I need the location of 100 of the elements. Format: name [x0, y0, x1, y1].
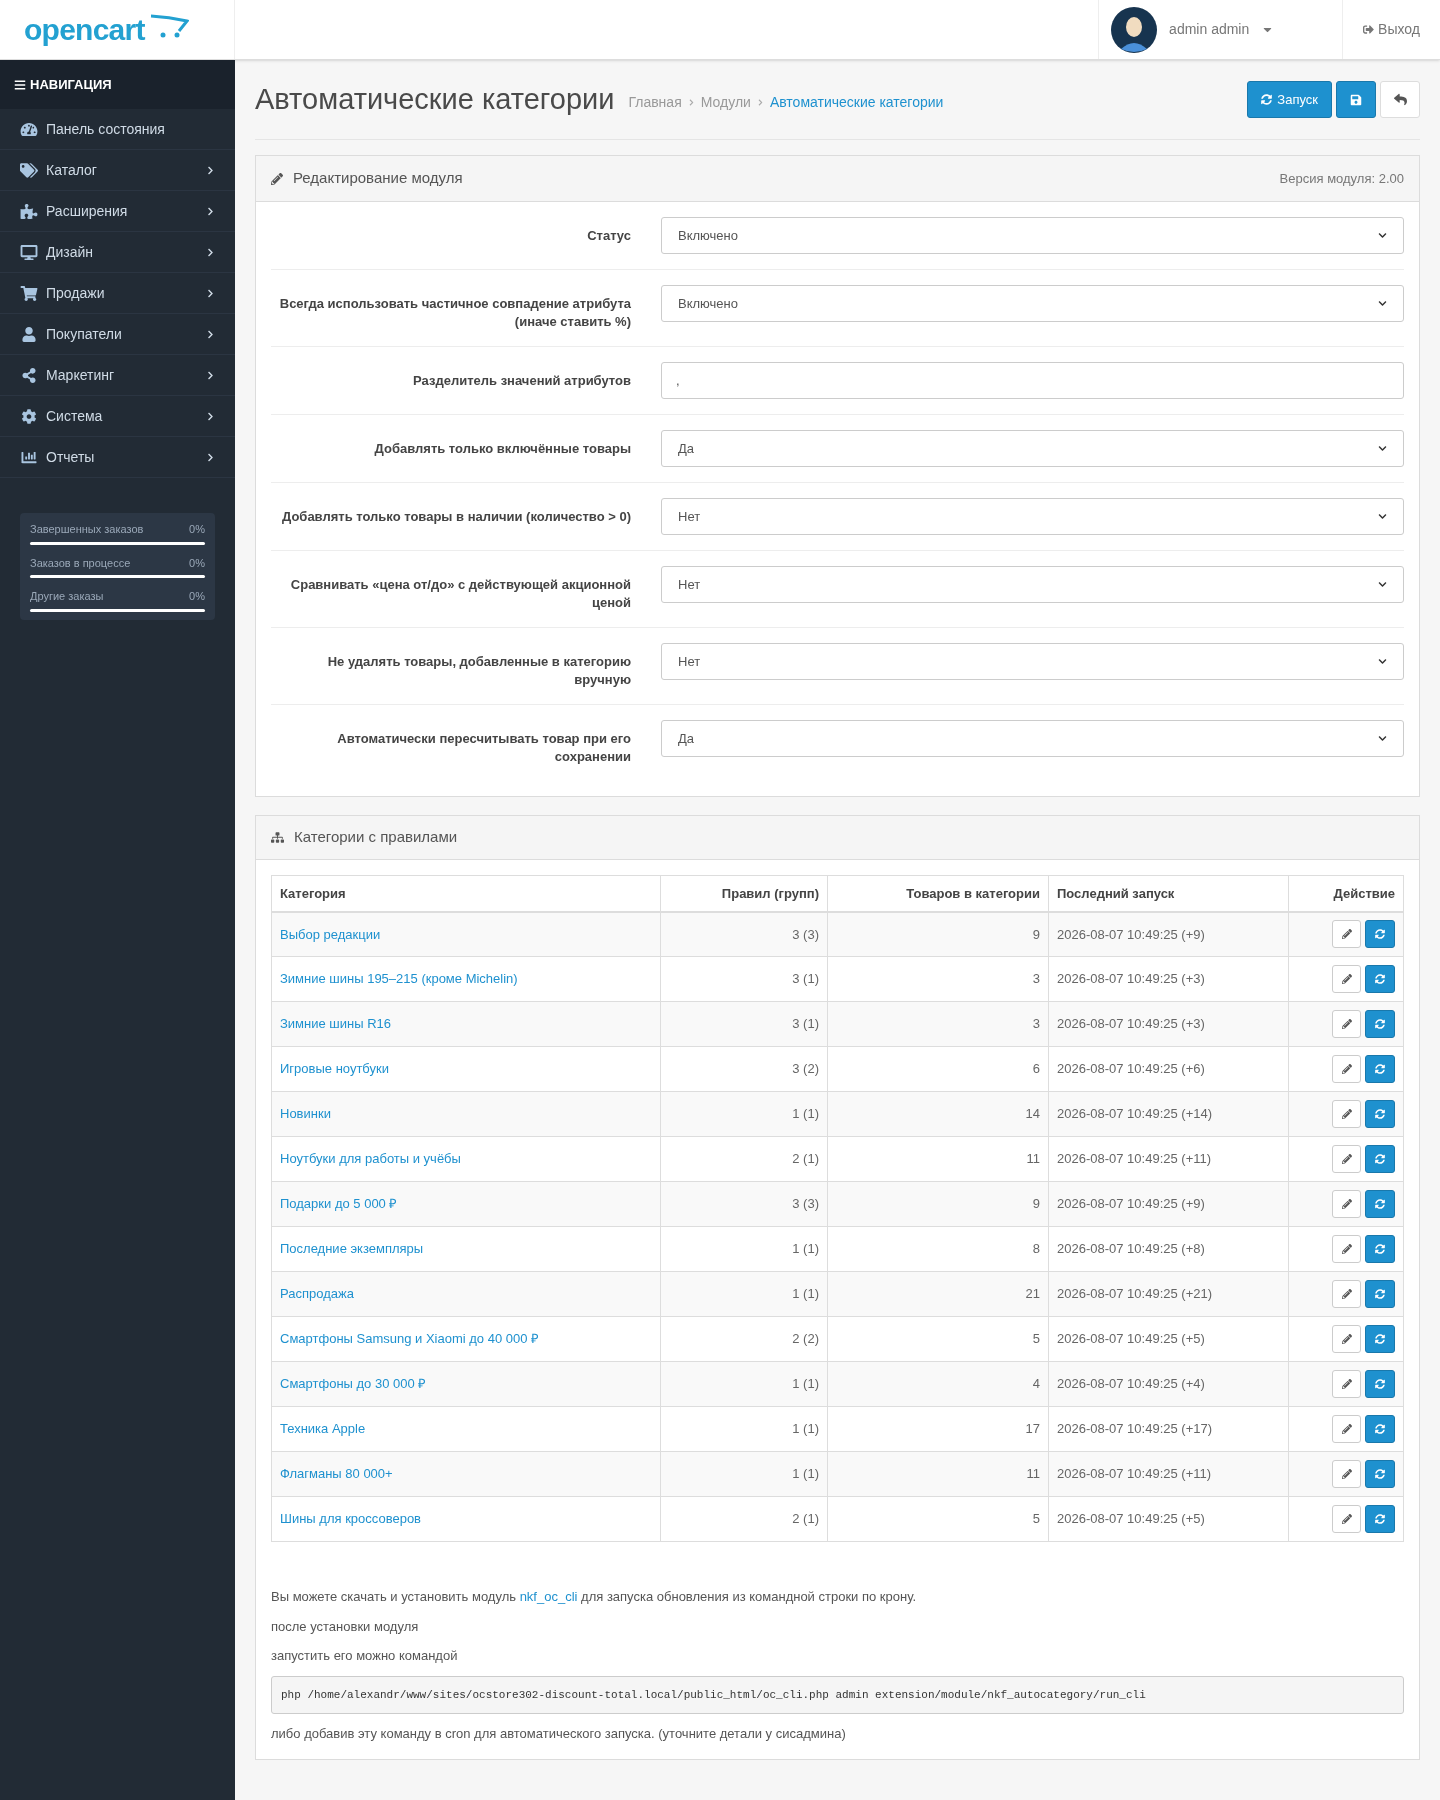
refresh-button[interactable] — [1365, 1370, 1395, 1398]
refresh-button[interactable] — [1365, 1100, 1395, 1128]
breadcrumb-link[interactable]: Автоматические категории — [769, 92, 944, 113]
edit-button[interactable] — [1332, 1460, 1361, 1488]
category-link[interactable]: Техника Apple — [280, 1421, 366, 1437]
logo[interactable]: opencart — [24, 7, 145, 52]
edit-button[interactable] — [1332, 1190, 1361, 1218]
refresh-button[interactable] — [1365, 1415, 1395, 1443]
refresh-button[interactable] — [1365, 1010, 1395, 1038]
edit-button[interactable] — [1332, 1100, 1361, 1128]
refresh-icon — [1375, 1154, 1385, 1164]
select-field[interactable]: Нет — [661, 566, 1404, 603]
edit-button[interactable] — [1332, 920, 1361, 949]
table-cell: 3 (1) — [660, 1001, 828, 1047]
run-button[interactable]: Запуск — [1247, 81, 1332, 118]
edit-button[interactable] — [1332, 965, 1361, 993]
category-link[interactable]: Распродажа — [280, 1286, 354, 1302]
category-link[interactable]: Флагманы 80 000+ — [280, 1466, 393, 1482]
refresh-icon — [1375, 929, 1385, 940]
refresh-button[interactable] — [1365, 1055, 1395, 1083]
field-label: Разделитель значений атрибутов — [412, 372, 632, 390]
pencil-icon — [1341, 1154, 1352, 1164]
pencil-icon — [271, 172, 283, 185]
info-text: либо добавив эту команду в cron для автоматического запуска. (уточните детали у сисадмина) — [271, 1725, 847, 1743]
nav-item[interactable]: Маркетинг — [0, 355, 235, 396]
edit-button[interactable] — [1332, 1415, 1361, 1443]
nav-item[interactable]: Дизайн — [0, 232, 235, 273]
select-field[interactable]: Да — [661, 720, 1404, 757]
breadcrumb-link[interactable]: Модули — [700, 92, 751, 113]
nav-item[interactable]: Покупатели — [0, 314, 235, 355]
select-field[interactable]: Включено — [661, 217, 1404, 254]
module-link[interactable]: nkf_oc_cli — [519, 1589, 578, 1604]
nav-item[interactable]: Каталог — [0, 150, 235, 191]
table-cell: 2 (1) — [660, 1496, 828, 1542]
nav-item[interactable]: Панель состояния — [0, 109, 235, 150]
refresh-button[interactable] — [1365, 920, 1395, 949]
refresh-icon — [1375, 1334, 1385, 1344]
edit-button[interactable] — [1332, 1280, 1361, 1308]
breadcrumb-link[interactable]: Главная — [628, 92, 682, 113]
table-cell: 1 (1) — [660, 1406, 828, 1452]
separator-icon — [687, 99, 695, 106]
nav-item[interactable]: Расширения — [0, 191, 235, 232]
refresh-icon — [1375, 1109, 1385, 1119]
select-field[interactable]: Нет — [661, 643, 1404, 680]
table-cell: 2 (2) — [660, 1316, 828, 1362]
category-link[interactable]: Выбор редакции — [280, 926, 381, 942]
nav-item[interactable]: Система — [0, 396, 235, 437]
cart-logo-icon — [148, 12, 189, 39]
refresh-icon — [1375, 1514, 1385, 1524]
refresh-icon — [1261, 94, 1273, 105]
refresh-button[interactable] — [1365, 1280, 1395, 1308]
category-link[interactable]: Подарки до 5 000 ₽ — [280, 1196, 398, 1212]
dropdown-arrow-icon — [1378, 657, 1387, 666]
refresh-button[interactable] — [1365, 1235, 1395, 1263]
field-label: Сравнивать «цена от/до» с действующей акционной ценой — [289, 576, 632, 612]
table-cell: 2026-08-07 10:49:25 (+21) — [1048, 1271, 1289, 1317]
logout-link[interactable]: Выход — [1342, 0, 1440, 59]
refresh-button[interactable] — [1365, 1460, 1395, 1488]
edit-button[interactable] — [1332, 1145, 1361, 1173]
text-field[interactable]: , — [661, 362, 1404, 399]
select-field[interactable]: Включено — [661, 285, 1404, 322]
field-label: Добавлять только товары в наличии (количество > 0) — [281, 508, 632, 526]
edit-button[interactable] — [1332, 1325, 1361, 1353]
edit-button[interactable] — [1332, 1235, 1361, 1263]
pencil-icon — [1341, 1334, 1352, 1344]
save-button[interactable] — [1336, 81, 1376, 118]
table-cell: 3 (1) — [660, 956, 828, 1002]
refresh-button[interactable] — [1365, 1325, 1395, 1353]
refresh-button[interactable] — [1365, 965, 1395, 993]
table-cell: 11 — [827, 1136, 1049, 1182]
refresh-icon — [1375, 1019, 1385, 1029]
edit-button[interactable] — [1332, 1505, 1361, 1533]
category-link[interactable]: Новинки — [280, 1106, 331, 1122]
nav-item[interactable]: Продажи — [0, 273, 235, 314]
nav-item[interactable]: Отчеты — [0, 437, 235, 478]
table-cell: 2026-08-07 10:49:25 (+17) — [1048, 1406, 1289, 1452]
edit-button[interactable] — [1332, 1010, 1361, 1038]
category-link[interactable]: Шины для кроссоверов — [280, 1511, 421, 1527]
pencil-icon — [1341, 1379, 1352, 1389]
refresh-icon — [1375, 1289, 1385, 1299]
edit-button[interactable] — [1332, 1370, 1361, 1398]
category-link[interactable]: Последние экземпляры — [280, 1241, 424, 1257]
column-header: Действие — [1288, 875, 1404, 912]
refresh-button[interactable] — [1365, 1505, 1395, 1533]
category-link[interactable]: Зимние шины R16 — [280, 1016, 391, 1032]
table-cell: 11 — [827, 1451, 1049, 1497]
edit-button[interactable] — [1332, 1055, 1361, 1083]
table-cell: 2026-08-07 10:49:25 (+3) — [1048, 956, 1289, 1002]
refresh-button[interactable] — [1365, 1190, 1395, 1218]
category-link[interactable]: Смартфоны до 30 000 ₽ — [280, 1376, 427, 1392]
category-link[interactable]: Игровые ноутбуки — [280, 1061, 389, 1077]
dropdown-arrow-icon — [1378, 580, 1387, 589]
column-header: Товаров в категории — [827, 875, 1049, 912]
back-button[interactable] — [1380, 81, 1420, 118]
refresh-button[interactable] — [1365, 1145, 1395, 1173]
select-field[interactable]: Да — [661, 430, 1404, 467]
table-cell: 9 — [827, 1181, 1049, 1227]
category-link[interactable]: Ноутбуки для работы и учёбы — [280, 1151, 461, 1167]
user-menu[interactable]: admin admin — [1098, 0, 1343, 59]
select-field[interactable]: Нет — [661, 498, 1404, 535]
